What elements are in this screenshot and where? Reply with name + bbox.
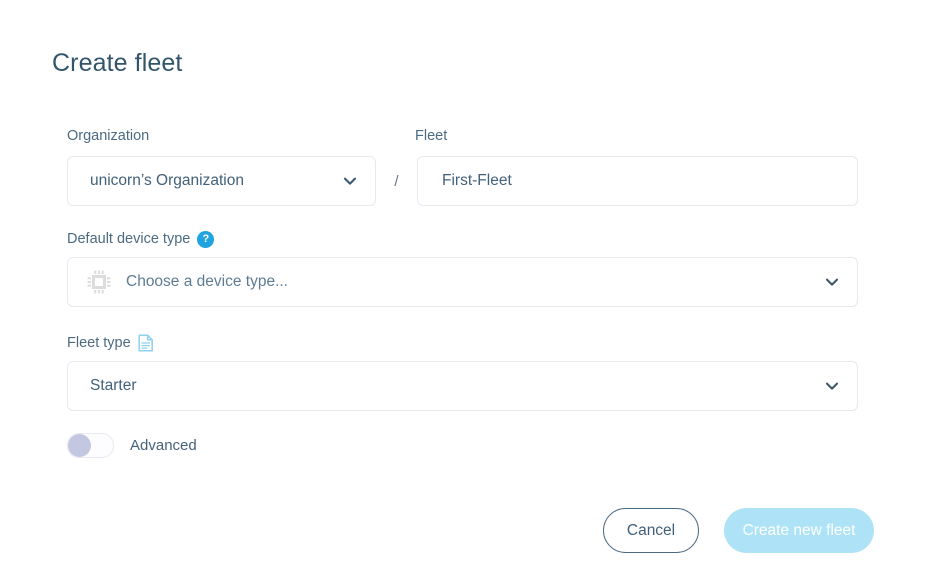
fleet-type-select[interactable]: Starter bbox=[67, 361, 858, 411]
default-device-type-value: Choose a device type... bbox=[126, 273, 288, 290]
path-separator: / bbox=[394, 172, 399, 190]
organization-selected-value: unicorn’s Organization bbox=[90, 172, 244, 189]
default-device-type-controls: Choose a device type... bbox=[67, 257, 858, 307]
organization-label: Organization bbox=[67, 128, 150, 144]
create-fleet-page: Create fleet Organization Fleet unicorn’… bbox=[0, 0, 928, 582]
advanced-toggle[interactable] bbox=[67, 433, 114, 458]
fleet-type-label-group: Fleet type bbox=[67, 334, 858, 352]
fleet-type-row: Fleet type Starter bbox=[67, 334, 858, 411]
document-icon[interactable] bbox=[138, 334, 154, 352]
question-circle-icon[interactable]: ? bbox=[197, 230, 215, 248]
cancel-button[interactable]: Cancel bbox=[603, 508, 699, 553]
fleet-type-controls: Starter bbox=[67, 361, 858, 411]
default-device-type-select[interactable]: Choose a device type... bbox=[67, 257, 858, 307]
row-controls: unicorn’s Organization / First-Fleet bbox=[67, 156, 859, 206]
fleet-name-value: First-Fleet bbox=[442, 172, 512, 189]
default-device-type-label-group: Default device type ? bbox=[67, 230, 858, 248]
toggle-knob bbox=[68, 434, 91, 457]
chevron-down-icon bbox=[341, 172, 359, 190]
advanced-toggle-row: Advanced bbox=[67, 433, 197, 458]
fleet-name-input[interactable]: First-Fleet bbox=[417, 156, 858, 206]
footer-actions: Cancel Create new fleet bbox=[603, 508, 874, 553]
chevron-down-icon bbox=[823, 377, 841, 395]
row-labels: Organization Fleet bbox=[67, 127, 859, 147]
fleet-type-label: Fleet type bbox=[67, 335, 131, 351]
create-new-fleet-button[interactable]: Create new fleet bbox=[724, 508, 874, 553]
default-device-type-row: Default device type ? Choose a device ty… bbox=[67, 230, 858, 307]
fleet-label: Fleet bbox=[415, 128, 448, 144]
organization-select[interactable]: unicorn’s Organization bbox=[67, 156, 376, 206]
chevron-down-icon bbox=[823, 273, 841, 291]
cpu-chip-icon bbox=[86, 269, 112, 295]
fleet-type-value: Starter bbox=[90, 377, 137, 394]
organization-fleet-row: Organization Fleet unicorn’s Organizatio… bbox=[67, 127, 859, 206]
page-title: Create fleet bbox=[52, 49, 183, 77]
advanced-label: Advanced bbox=[130, 437, 197, 454]
default-device-type-label: Default device type bbox=[67, 231, 191, 247]
